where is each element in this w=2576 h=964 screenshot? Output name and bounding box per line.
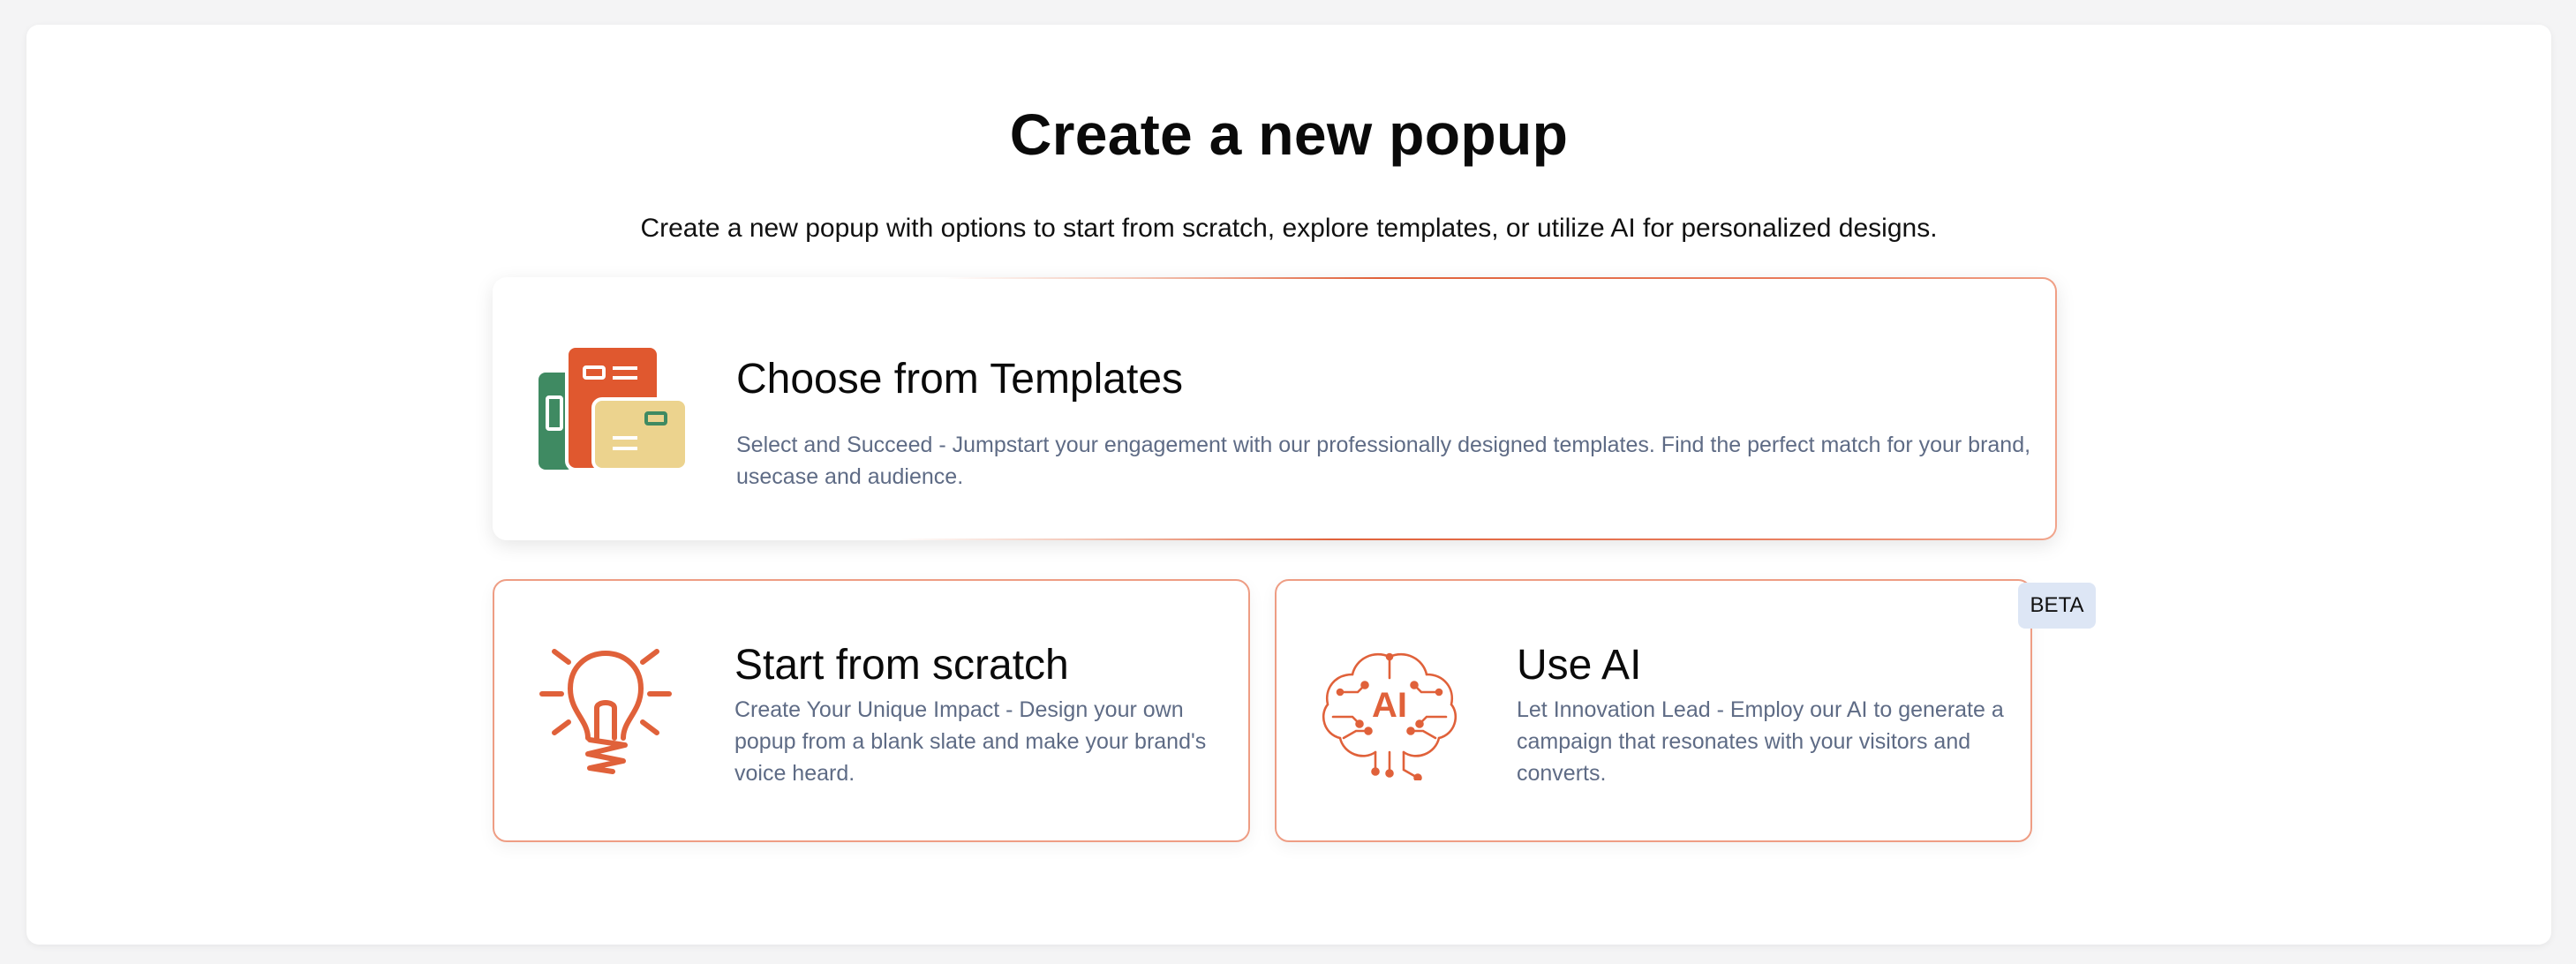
beta-badge: BETA — [2018, 583, 2096, 629]
use-ai-card[interactable]: AI Use AI Let Innovation Lead - Employ o… — [1275, 579, 2032, 842]
ai-card-title: Use AI — [1517, 642, 1642, 689]
ai-card-description: Let Innovation Lead - Employ our AI to g… — [1517, 697, 2004, 786]
templates-card-title: Choose from Templates — [736, 356, 1184, 403]
start-from-scratch-card[interactable]: Start from scratch Create Your Unique Im… — [493, 579, 1250, 842]
page-subtitle: Create a new popup with options to start… — [640, 214, 1938, 243]
templates-card-description: Select and Succeed - Jumpstart your enga… — [736, 433, 2031, 489]
choose-templates-card[interactable]: Choose from Templates Select and Succeed… — [493, 277, 2057, 540]
templates-icon — [539, 346, 687, 470]
page-title: Create a new popup — [1009, 102, 1569, 167]
lightbulb-icon — [539, 649, 672, 774]
scratch-card-title: Start from scratch — [734, 642, 1069, 689]
ai-icon-text: AI — [1372, 686, 1407, 725]
scratch-card-description: Create Your Unique Impact - Design your … — [734, 697, 1207, 786]
ai-brain-icon: AI — [1322, 652, 1457, 780]
